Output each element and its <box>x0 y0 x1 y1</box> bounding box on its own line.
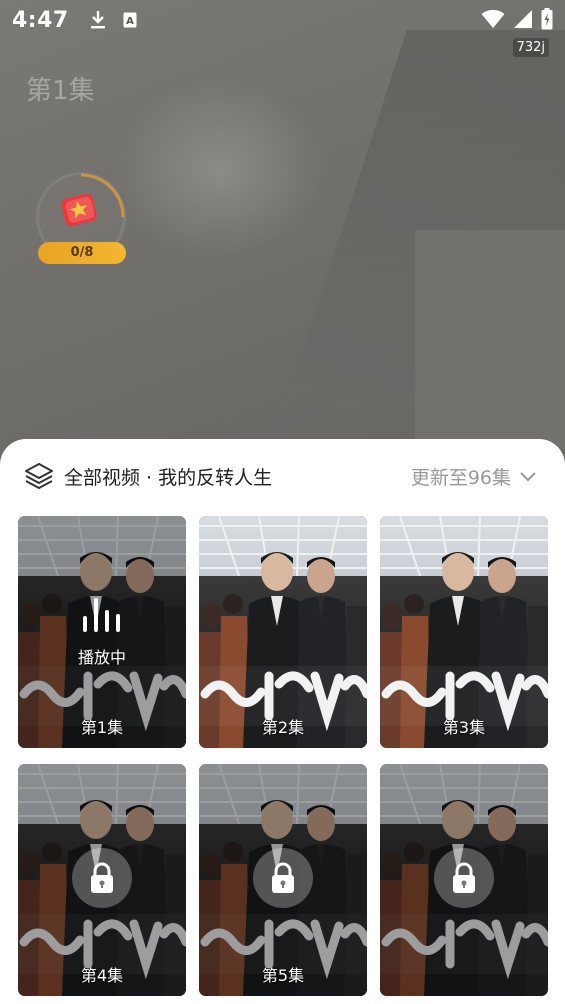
chevron-down-icon <box>520 471 536 481</box>
episode-card-6[interactable] <box>380 764 548 996</box>
battery-icon <box>541 8 553 30</box>
episode-card-2[interactable]: 第2集 <box>199 516 367 748</box>
episode-sheet: 全部视频 · 我的反转人生 更新至96集 播放中 第1集 第2集 第3集 第4集… <box>0 439 565 1004</box>
lock-badge <box>434 848 494 908</box>
reward-progress-pill: 0/8 <box>38 242 126 264</box>
episode-label: 第1集 <box>80 718 124 737</box>
download-icon <box>90 11 105 29</box>
lock-icon <box>453 862 475 893</box>
update-dropdown[interactable]: 更新至96集 <box>411 463 537 490</box>
update-status-label: 更新至96集 <box>410 467 511 489</box>
reward-widget[interactable]: 0/8 <box>36 172 126 264</box>
network-speed-label: 732j <box>512 38 549 57</box>
episode-label: 第3集 <box>442 718 486 737</box>
video-frame-wall-lower <box>415 230 565 450</box>
episode-card-5[interactable]: 第5集 <box>199 764 367 996</box>
episode-label: 第2集 <box>261 718 305 737</box>
status-time: 4:47 <box>12 7 69 33</box>
series-title: 全部视频 · 我的反转人生 <box>64 467 273 489</box>
episode-card-3[interactable]: 第3集 <box>380 516 548 748</box>
svg-text:A: A <box>126 16 134 27</box>
episode-label: 第5集 <box>261 966 305 985</box>
equalizer-icon <box>83 598 120 632</box>
playing-status-text: 播放中 <box>77 648 126 667</box>
lock-badge <box>72 848 132 908</box>
lock-icon <box>272 862 294 893</box>
lock-icon <box>91 862 113 893</box>
gift-icon <box>61 193 97 227</box>
sheet-header: 全部视频 · 我的反转人生 更新至96集 <box>0 439 565 515</box>
a-icon: A <box>123 12 137 28</box>
episode-card-1[interactable]: 播放中 第1集 <box>18 516 186 748</box>
episode-label: 第4集 <box>80 966 124 985</box>
status-bar: 4:47 A <box>0 0 565 40</box>
lock-badge <box>253 848 313 908</box>
wifi-icon <box>481 9 505 28</box>
signal-icon <box>514 10 532 28</box>
layers-icon <box>25 463 53 489</box>
episode-card-4[interactable]: 第4集 <box>18 764 186 996</box>
playing-indicator: 播放中 <box>18 598 186 668</box>
current-episode-title: 第1集 <box>26 76 95 106</box>
